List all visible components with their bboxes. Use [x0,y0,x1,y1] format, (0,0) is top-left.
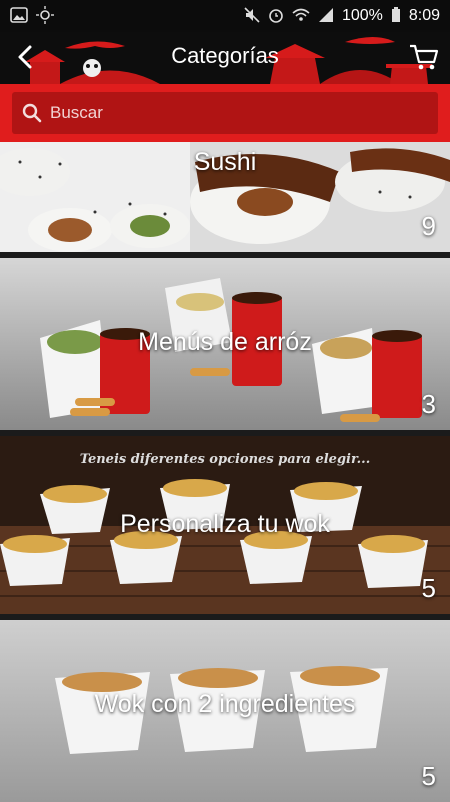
search-icon [22,103,42,123]
status-left [10,5,54,27]
category-list: Sushi 9 Menús de arróz 3 Teneis diferent… [0,142,450,802]
status-bar: 100% 8:09 [0,0,450,32]
category-name: Sushi [193,148,257,176]
cart-icon [410,44,439,70]
clock-text: 8:09 [408,7,440,24]
promo-banner: Teneis diferentes opciones para elegir..… [79,452,371,467]
wifi-icon [292,7,310,26]
category-count: 5 [421,573,436,603]
category-name: Menús de arróz [138,328,312,356]
search-field[interactable] [12,92,438,134]
battery-text: 100% [341,7,383,24]
alarm-icon [268,7,284,26]
gallery-icon [10,6,28,26]
category-card-sushi[interactable]: Sushi 9 [0,142,450,252]
status-right: 100% 8:09 [244,6,440,26]
app-header: Categorías [0,32,450,84]
signal-icon [318,7,334,26]
category-card-menus-arroz[interactable]: Menús de arróz 3 [0,258,450,430]
search-input[interactable] [48,102,412,124]
mute-icon [244,6,260,26]
category-card-personaliza-wok[interactable]: Teneis diferentes opciones para elegir..… [0,436,450,614]
category-count: 5 [421,761,436,791]
category-name: Wok con 2 ingredientes [94,690,356,718]
cart-button[interactable] [406,40,442,74]
category-count: 9 [421,211,436,241]
category-count: 3 [421,389,436,419]
brightness-icon [36,5,54,27]
category-name: Personaliza tu wok [120,510,330,538]
page-title: Categorías [171,43,279,68]
category-card-wok-2-ingredientes[interactable]: Wok con 2 ingredientes 5 [0,620,450,802]
battery-icon [391,6,401,26]
search-bar [0,84,450,142]
